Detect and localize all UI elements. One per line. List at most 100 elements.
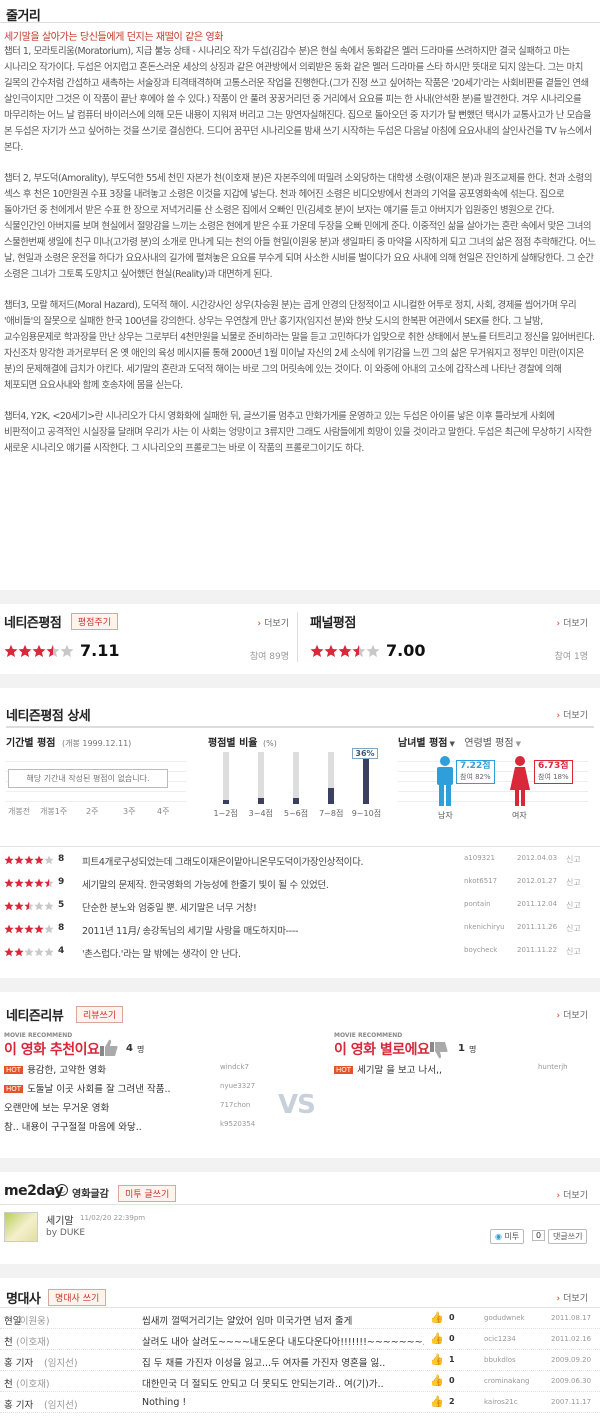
comment-text: 2011년 11月/ 송강독님의 세기말 사랑을 매도하지마----: [82, 926, 299, 937]
review-item-user[interactable]: nyue3327: [220, 1082, 255, 1090]
rating-star-icon: [14, 855, 24, 865]
rating-detail-more-link[interactable]: 더보기: [557, 708, 588, 721]
quote-text[interactable]: 살려도 내아 살려도~~~~내도운다 내도다운다아!!!!!!!~~~~~~~.…: [142, 1334, 424, 1348]
quote-like-icon[interactable]: 👍: [430, 1374, 444, 1387]
review-item[interactable]: HOT 도둘날 이곳 사회를 잘 그려낸 작품.. nyue3327: [4, 1081, 274, 1097]
quote-character: 홍 기자: [4, 1400, 34, 1411]
review-item-user[interactable]: 717chon: [220, 1101, 250, 1109]
quote-user[interactable]: godudwnek: [484, 1314, 525, 1322]
report-button[interactable]: 신고: [566, 877, 581, 888]
comment-stars: [4, 901, 54, 914]
synopsis-paragraph: 챕터3, 모랄 해저드(Moral Hazard), 도덕적 해이. 시간강사인…: [4, 300, 595, 391]
review-item[interactable]: HOT 세기말 을 보고 나서,, hunterjh: [334, 1062, 596, 1078]
period-rating-sub: (개봉 1999.12.11): [61, 739, 132, 748]
age-rating-label[interactable]: 연령별 평점: [464, 738, 513, 749]
me2day-write-button[interactable]: 미투 글쓰기: [118, 1185, 177, 1202]
synopsis-paragraph: 챕터4, Y2K, <20세기>란 시나리오가 다시 영화화에 실패한 뒤, 글…: [4, 411, 592, 454]
review-more-link[interactable]: 더보기: [557, 1008, 588, 1021]
comment-user[interactable]: a109321: [464, 854, 495, 862]
review-item[interactable]: HOT 용감한, 고약한 영화 windck7: [4, 1062, 274, 1078]
quotes-more-link[interactable]: 더보기: [557, 1291, 588, 1304]
comment-user[interactable]: boycheck: [464, 946, 497, 954]
netizen-rating-more-link[interactable]: 더보기: [258, 616, 289, 629]
not-recommend-tag: MOVIE RECOMMEND: [334, 1032, 403, 1039]
review-item-text[interactable]: 세기말 을 보고 나서,,: [357, 1065, 442, 1076]
rating-star-icon: [4, 855, 14, 865]
quote-date: 2009.06.30: [551, 1377, 592, 1385]
write-quote-button[interactable]: 명대사 쓰기: [48, 1289, 107, 1306]
quote-user[interactable]: crominakang: [484, 1377, 529, 1385]
quote-like-icon[interactable]: 👍: [430, 1353, 444, 1366]
rating-star-icon: [34, 901, 44, 911]
rating-star-icon: [24, 947, 34, 957]
female-score-box: 6.73점 참여 18%: [534, 760, 573, 784]
quote-text[interactable]: Nothing !: [142, 1397, 424, 1408]
review-item[interactable]: 참.. 내용이 구구절절 마음에 와닿.. k9520354: [4, 1119, 274, 1135]
comment-user[interactable]: nkenichiryu: [464, 923, 505, 931]
review-item-text[interactable]: 용감한, 고약한 영화: [27, 1065, 106, 1076]
review-item-user[interactable]: k9520354: [220, 1120, 255, 1128]
quote-row: 현일 (이원웅) 씹새끼 껄떡거리기는 얄았어 임마 미국가면 넘저 줄게 👍 0 god…: [0, 1308, 600, 1329]
review-item-user[interactable]: hunterjh: [538, 1063, 568, 1071]
review-item-text[interactable]: 참.. 내용이 구구절절 마음에 와닿..: [4, 1122, 142, 1133]
gender-dropdown-icon[interactable]: ▼: [449, 740, 454, 748]
metoo-label: 미투: [504, 1232, 520, 1241]
review-item-text[interactable]: 오랜만에 보는 무거운 영화: [4, 1103, 109, 1114]
metoo-button[interactable]: ◉ 미투: [490, 1229, 525, 1244]
write-review-button[interactable]: 리뷰쓰기: [76, 1006, 124, 1023]
comment-score: 5: [58, 900, 65, 910]
panel-participants: 참여 1명: [554, 652, 588, 662]
quote-date: 2007.11.17: [551, 1398, 592, 1406]
quote-actor: (이원웅): [16, 1316, 50, 1327]
panel-score: 7.00: [386, 641, 426, 660]
rating-star-icon: [14, 947, 24, 957]
quote-like-icon[interactable]: 👍: [430, 1395, 444, 1408]
quote-text[interactable]: 대한민국 더 절되도 안되고 더 못되도 안되는기라.. 여(기)가..: [142, 1376, 424, 1390]
rating-star-icon: [366, 644, 380, 658]
report-button[interactable]: 신고: [566, 854, 581, 865]
quote-like-icon[interactable]: 👍: [430, 1332, 444, 1345]
quote-user[interactable]: kairos21c: [484, 1398, 518, 1406]
rating-star-icon: [24, 924, 34, 934]
age-dropdown-icon[interactable]: ▼: [516, 740, 521, 748]
review-item-user[interactable]: windck7: [220, 1063, 249, 1071]
quotes-title: 명대사: [6, 1292, 41, 1307]
not-recommend-panel: MOVIE RECOMMEND 이 영화 별로에요 1 명 HOT 세기말 을 보…: [334, 1032, 596, 1142]
me2day-avatar[interactable]: [4, 1212, 38, 1242]
quote-user[interactable]: bbukdlos: [484, 1356, 516, 1364]
rating-star-icon: [352, 644, 366, 658]
me2day-title: me2day: [4, 1183, 64, 1199]
report-button[interactable]: 신고: [566, 946, 581, 957]
comment-user[interactable]: pontain: [464, 900, 491, 908]
quote-user[interactable]: ocic1234: [484, 1335, 516, 1343]
review-item[interactable]: 오랜만에 보는 무거운 영화 717chon: [4, 1100, 274, 1116]
detail-header-line: [6, 726, 594, 728]
me2day-post-time: 11/02/20 22:39pm: [80, 1214, 146, 1222]
comment-stars: [4, 947, 54, 960]
quote-like-count: 0: [449, 1334, 455, 1343]
review-item-text[interactable]: 도둘날 이곳 사회를 잘 그려낸 작품..: [27, 1084, 171, 1095]
not-recommend-header: 이 영화 별로에요 1 명: [334, 1039, 596, 1059]
rate-button[interactable]: 평점주기: [70, 613, 118, 630]
gender-rating-label[interactable]: 남녀별 평점: [398, 738, 447, 749]
comment-text: 피트4개로구성되었는데 그래도이재은이맡아니온무도덕이가장인상적이다.: [82, 857, 364, 868]
comment-date: 2012.01.27: [517, 877, 558, 885]
panel-rating-more-link[interactable]: 더보기: [557, 616, 588, 629]
comment-date: 2012.04.03: [517, 854, 558, 862]
me2day-reply-button[interactable]: 댓글쓰기: [548, 1229, 588, 1244]
comment-user[interactable]: nkot6517: [464, 877, 497, 885]
report-button[interactable]: 신고: [566, 923, 581, 934]
section-separator: [0, 1264, 600, 1278]
rating-star-icon: [310, 644, 324, 658]
me2day-post-text[interactable]: 세기말: [46, 1212, 74, 1227]
comment-score: 4: [58, 946, 65, 956]
distribution-bin-label: 9~10점: [351, 809, 382, 818]
rating-star-icon: [60, 644, 74, 658]
me2day-more-link[interactable]: 더보기: [557, 1188, 588, 1201]
distribution-bin-label: 1~2점: [213, 809, 238, 818]
quote-like-count: 2: [449, 1397, 455, 1406]
quote-text[interactable]: 집 두 채를 가진자 이성을 잃고...두 여자를 가진자 영혼을 잃..: [142, 1355, 424, 1369]
report-button[interactable]: 신고: [566, 900, 581, 911]
quote-like-icon[interactable]: 👍: [430, 1311, 444, 1324]
quote-text[interactable]: 씹새끼 껄떡거리기는 얄았어 임마 미국가면 넘저 줄게: [142, 1313, 424, 1327]
